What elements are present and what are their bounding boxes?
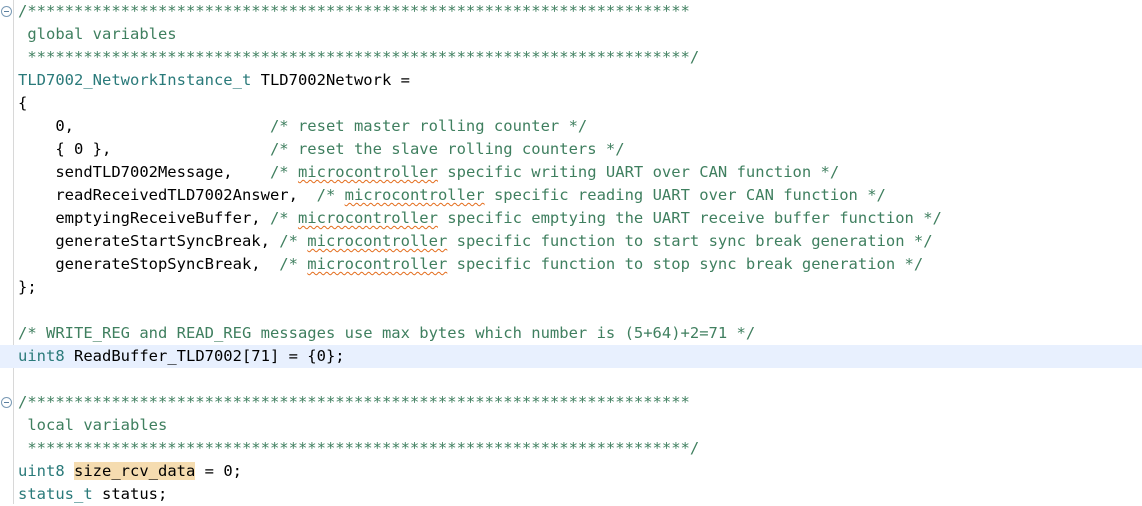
code-comment: /* — [279, 255, 308, 273]
spellcheck-word: microcontroller — [297, 209, 438, 227]
code-comment: specific function to start sync break ge… — [447, 232, 933, 250]
code-text: 0, — [18, 117, 270, 135]
code-text: generateStopSyncBreak, — [18, 255, 280, 273]
code-line[interactable]: { 0 }, /* reset the slave rolling counte… — [0, 138, 1142, 161]
code-comment: /* reset the slave rolling counters */ — [269, 140, 625, 158]
code-line[interactable]: emptyingReceiveBuffer, /* microcontrolle… — [0, 207, 1142, 230]
fold-collapse-icon[interactable] — [1, 397, 12, 408]
code-comment: local variables — [18, 416, 168, 434]
code-line[interactable]: }; — [0, 276, 1142, 299]
code-comment: specific writing UART over CAN function … — [437, 163, 840, 181]
code-line[interactable]: ****************************************… — [0, 46, 1142, 69]
code-text: { 0 }, — [18, 140, 270, 158]
code-line[interactable]: 0, /* reset master rolling counter */ — [0, 115, 1142, 138]
code-text: TLD7002Network = — [251, 71, 410, 89]
code-comment: /* — [269, 209, 298, 227]
code-editor[interactable]: /* **************************************… — [0, 0, 1142, 504]
code-text: readReceivedTLD7002Answer, — [18, 186, 317, 204]
code-line[interactable]: /***************************************… — [0, 391, 1142, 414]
code-comment: /* WRITE_REG and READ_REG messages use m… — [18, 324, 756, 342]
code-line[interactable]: { — [0, 92, 1142, 115]
code-line[interactable]: /* WRITE_REG and READ_REG messages use m… — [0, 322, 1142, 345]
code-line[interactable]: status_t status; — [0, 483, 1142, 506]
code-type: uint8 — [18, 347, 65, 365]
code-comment: ****************************************… — [18, 439, 700, 457]
code-text: sendTLD7002Message, — [18, 163, 270, 181]
code-comment: /* — [269, 232, 308, 250]
code-content[interactable]: /* **************************************… — [0, 0, 1142, 506]
code-comment: specific emptying the UART receive buffe… — [437, 209, 942, 227]
code-text: emptyingReceiveBuffer, — [18, 209, 270, 227]
code-text: }; — [18, 278, 37, 296]
code-comment: global variables — [18, 25, 177, 43]
code-line[interactable]: readReceivedTLD7002Answer, /* microcontr… — [0, 184, 1142, 207]
code-line[interactable]: TLD7002_NetworkInstance_t TLD7002Network… — [0, 69, 1142, 92]
code-type: TLD7002_NetworkInstance_t — [18, 71, 252, 89]
code-line[interactable] — [0, 368, 1142, 391]
code-line[interactable]: generateStartSyncBreak, /* microcontroll… — [0, 230, 1142, 253]
code-line[interactable]: local variables — [0, 414, 1142, 437]
code-text: ReadBuffer_TLD7002[71] = {0}; — [64, 347, 345, 365]
code-line[interactable]: uint8 ReadBuffer_TLD7002[71] = {0}; — [0, 345, 1142, 368]
code-comment: /***************************************… — [18, 393, 690, 411]
code-text: status; — [92, 485, 168, 503]
code-line[interactable]: /***************************************… — [0, 0, 1142, 23]
code-comment: ****************************************… — [18, 48, 700, 66]
code-line[interactable]: ****************************************… — [0, 437, 1142, 460]
code-text: = 0; — [195, 462, 243, 480]
code-line[interactable]: sendTLD7002Message, /* microcontroller s… — [0, 161, 1142, 184]
code-type: status_t — [18, 485, 93, 503]
code-comment: /* — [269, 163, 298, 181]
code-line[interactable] — [0, 299, 1142, 322]
spellcheck-word: microcontroller — [307, 232, 448, 250]
spellcheck-word: microcontroller — [307, 255, 448, 273]
fold-collapse-icon[interactable] — [1, 6, 12, 17]
code-line[interactable]: uint8 size_rcv_data = 0; — [0, 460, 1142, 483]
spellcheck-word: microcontroller — [344, 186, 485, 204]
code-comment: /***************************************… — [18, 2, 690, 20]
code-comment: /* — [316, 186, 345, 204]
code-type: uint8 — [18, 462, 65, 480]
code-line[interactable]: global variables — [0, 23, 1142, 46]
spellcheck-word: microcontroller — [297, 163, 438, 181]
code-comment: specific function to stop sync break gen… — [447, 255, 924, 273]
code-text: generateStartSyncBreak, — [18, 232, 270, 250]
code-text: { — [18, 94, 28, 112]
code-comment: specific reading UART over CAN function … — [484, 186, 886, 204]
highlighted-occurrence: size_rcv_data — [74, 462, 196, 480]
code-comment: /* reset master rolling counter */ — [269, 117, 588, 135]
code-line[interactable]: generateStopSyncBreak, /* microcontrolle… — [0, 253, 1142, 276]
